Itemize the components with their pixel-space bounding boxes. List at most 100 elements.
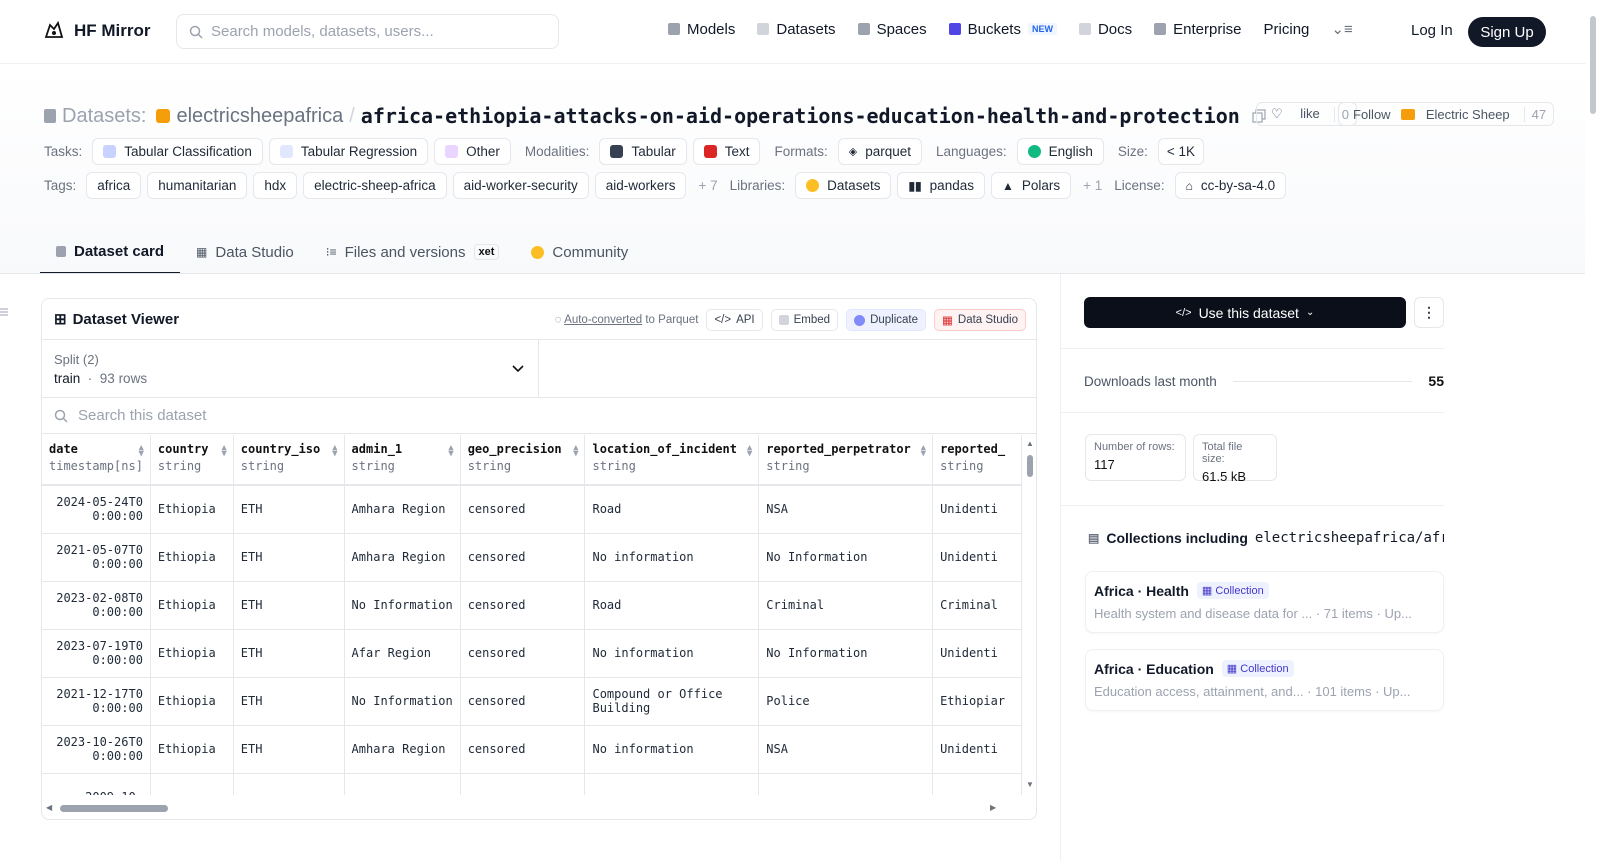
table-cell[interactable]: ETH <box>233 581 345 630</box>
table-cell[interactable]: Unidenti <box>932 485 1022 534</box>
libraries-more[interactable]: + 1 <box>1083 178 1102 193</box>
scroll-up-icon[interactable]: ▲ <box>1026 439 1034 448</box>
table-cell[interactable]: Criminal <box>758 581 934 630</box>
table-cell[interactable]: censored <box>460 485 586 534</box>
table-cell[interactable]: Road <box>584 485 760 534</box>
modality-text[interactable]: Text <box>692 138 761 165</box>
duplicate-button[interactable]: Duplicate <box>846 309 927 331</box>
tag-chip[interactable]: electric-sheep-africa <box>303 172 447 199</box>
table-cell[interactable]: No Information <box>758 629 934 678</box>
table-cell[interactable]: censored <box>460 581 586 630</box>
table-cell[interactable]: 2009-10- <box>42 773 151 795</box>
table-cell[interactable]: Compound or Office Building <box>584 677 760 726</box>
table-cell[interactable]: Ethiopia <box>150 629 234 678</box>
nav-more-menu[interactable]: ⌄≡ <box>1331 20 1352 38</box>
library-pandas[interactable]: ▮▮ pandas <box>897 172 985 199</box>
table-row[interactable]: 2024-05-24T00:00:00 Ethiopia ETH Amhara Reg… <box>42 485 1022 534</box>
table-cell[interactable]: Ethiopia <box>150 581 234 630</box>
table-cell[interactable] <box>233 773 345 795</box>
collection-card[interactable]: Africa · Health ▦ Collection Health syste… <box>1085 571 1444 633</box>
table-cell[interactable]: ETH <box>233 677 345 726</box>
column-header[interactable]: country string ▲ ▼ <box>150 435 234 486</box>
table-cell[interactable]: 2021-12-17T00:00:00 <box>42 677 151 726</box>
data-studio-button[interactable]: ▦ Data Studio <box>934 309 1026 331</box>
table-cell[interactable]: Ethiopia <box>150 725 234 774</box>
table-cell[interactable]: censored <box>460 677 586 726</box>
table-cell[interactable]: ETH <box>233 533 345 582</box>
nav-enterprise[interactable]: Enterprise <box>1154 21 1242 38</box>
table-row[interactable]: 2023-02-08T00:00:00 Ethiopia ETH No Informa… <box>42 581 1022 630</box>
language-english[interactable]: English <box>1016 138 1104 165</box>
table-cell[interactable]: censored <box>460 629 586 678</box>
table-cell[interactable]: Afar Region <box>344 629 461 678</box>
table-cell[interactable]: censored <box>460 533 586 582</box>
task-other[interactable]: Other <box>434 138 511 165</box>
column-header[interactable]: admin_1 string ▲ ▼ <box>344 435 461 486</box>
table-cell[interactable]: Ethiopia <box>150 485 234 534</box>
table-cell[interactable] <box>932 773 1022 795</box>
table-cell[interactable]: NSA <box>758 725 934 774</box>
table-cell[interactable]: NSA <box>758 485 934 534</box>
table-cell[interactable] <box>460 773 586 795</box>
table-cell[interactable] <box>150 773 234 795</box>
task-tabular-classification[interactable]: Tabular Classification <box>92 138 263 165</box>
modality-tabular[interactable]: Tabular <box>599 138 687 165</box>
global-search[interactable] <box>176 14 559 49</box>
table-cell[interactable]: No information <box>584 725 760 774</box>
search-input[interactable] <box>211 23 531 40</box>
table-cell[interactable]: Ethiopiar <box>932 677 1022 726</box>
column-header[interactable]: reported_ string <box>932 435 1022 486</box>
tab-data-studio[interactable]: ▦ Data Studio <box>180 230 310 274</box>
sort-icon[interactable]: ▲ ▼ <box>139 444 144 459</box>
sort-icon[interactable]: ▲ ▼ <box>573 444 578 459</box>
tab-community[interactable]: Community <box>515 230 644 274</box>
tag-chip[interactable]: aid-workers <box>594 172 687 199</box>
split-selector[interactable]: Split (2) train · 93 rows <box>42 340 539 398</box>
scroll-down-icon[interactable]: ▼ <box>1026 780 1034 789</box>
tags-more[interactable]: + 7 <box>698 178 717 193</box>
column-header[interactable]: reported_perpetrator string ▲ ▼ <box>758 435 934 486</box>
column-header[interactable]: geo_precision string ▲ ▼ <box>460 435 586 486</box>
column-header[interactable]: location_of_incident string ▲ ▼ <box>584 435 760 486</box>
table-cell[interactable]: Amhara Region <box>344 485 461 534</box>
task-tabular-regression[interactable]: Tabular Regression <box>268 138 429 165</box>
column-header[interactable]: country_iso string ▲ ▼ <box>233 435 345 486</box>
nav-docs[interactable]: Docs <box>1078 21 1132 38</box>
login-link[interactable]: Log In <box>1411 22 1453 39</box>
sort-icon[interactable]: ▲ ▼ <box>332 444 337 459</box>
use-dataset-button[interactable]: </> Use this dataset ⌄ <box>1084 297 1406 328</box>
dataset-search-input[interactable] <box>78 407 678 424</box>
vertical-scrollbar[interactable]: ▲ ▼ <box>1024 439 1036 789</box>
more-options-button[interactable]: ⋮ <box>1414 297 1444 328</box>
sort-icon[interactable]: ▲ ▼ <box>221 444 226 459</box>
signup-button[interactable]: Sign Up <box>1468 17 1546 47</box>
sort-icon[interactable]: ▲ ▼ <box>921 444 926 459</box>
embed-button[interactable]: Embed <box>770 309 839 331</box>
table-cell[interactable]: Police <box>758 677 934 726</box>
table-cell[interactable]: Amhara Region <box>344 725 461 774</box>
table-cell[interactable]: 2024-05-24T00:00:00 <box>42 485 151 534</box>
follow-button[interactable]: Follow Electric Sheep 47 <box>1338 102 1555 126</box>
page-scrollbar-thumb[interactable] <box>1590 16 1596 114</box>
page-scrollbar[interactable] <box>1586 0 1600 861</box>
table-cell[interactable]: Unidenti <box>932 629 1022 678</box>
scroll-left-icon[interactable]: ◀ <box>46 803 52 812</box>
library-polars[interactable]: ▲ Polars <box>990 172 1072 199</box>
table-cell[interactable]: ETH <box>233 485 345 534</box>
table-cell[interactable]: Road <box>584 581 760 630</box>
collection-card[interactable]: Africa · Education ▦ Collection Education… <box>1085 649 1444 711</box>
dataset-search[interactable] <box>42 398 1036 434</box>
table-row[interactable]: 2021-12-17T00:00:00 Ethiopia ETH No Informa… <box>42 677 1022 726</box>
table-cell[interactable]: Criminal <box>932 581 1022 630</box>
brand-logo[interactable]: HF Mirror <box>42 19 151 43</box>
table-row[interactable]: 2021-05-07T00:00:00 Ethiopia ETH Amhara Reg… <box>42 533 1022 582</box>
left-panel-toggle-icon[interactable] <box>0 304 9 316</box>
table-cell[interactable]: No Information <box>758 533 934 582</box>
table-cell[interactable]: No information <box>584 629 760 678</box>
api-button[interactable]: </> API <box>706 309 763 331</box>
table-cell[interactable]: censored <box>460 725 586 774</box>
table-cell[interactable]: Unidenti <box>932 533 1022 582</box>
table-cell[interactable] <box>758 773 934 795</box>
column-header[interactable]: date timestamp[ns] ▲ ▼ <box>42 435 151 486</box>
table-cell[interactable]: No information <box>584 533 760 582</box>
